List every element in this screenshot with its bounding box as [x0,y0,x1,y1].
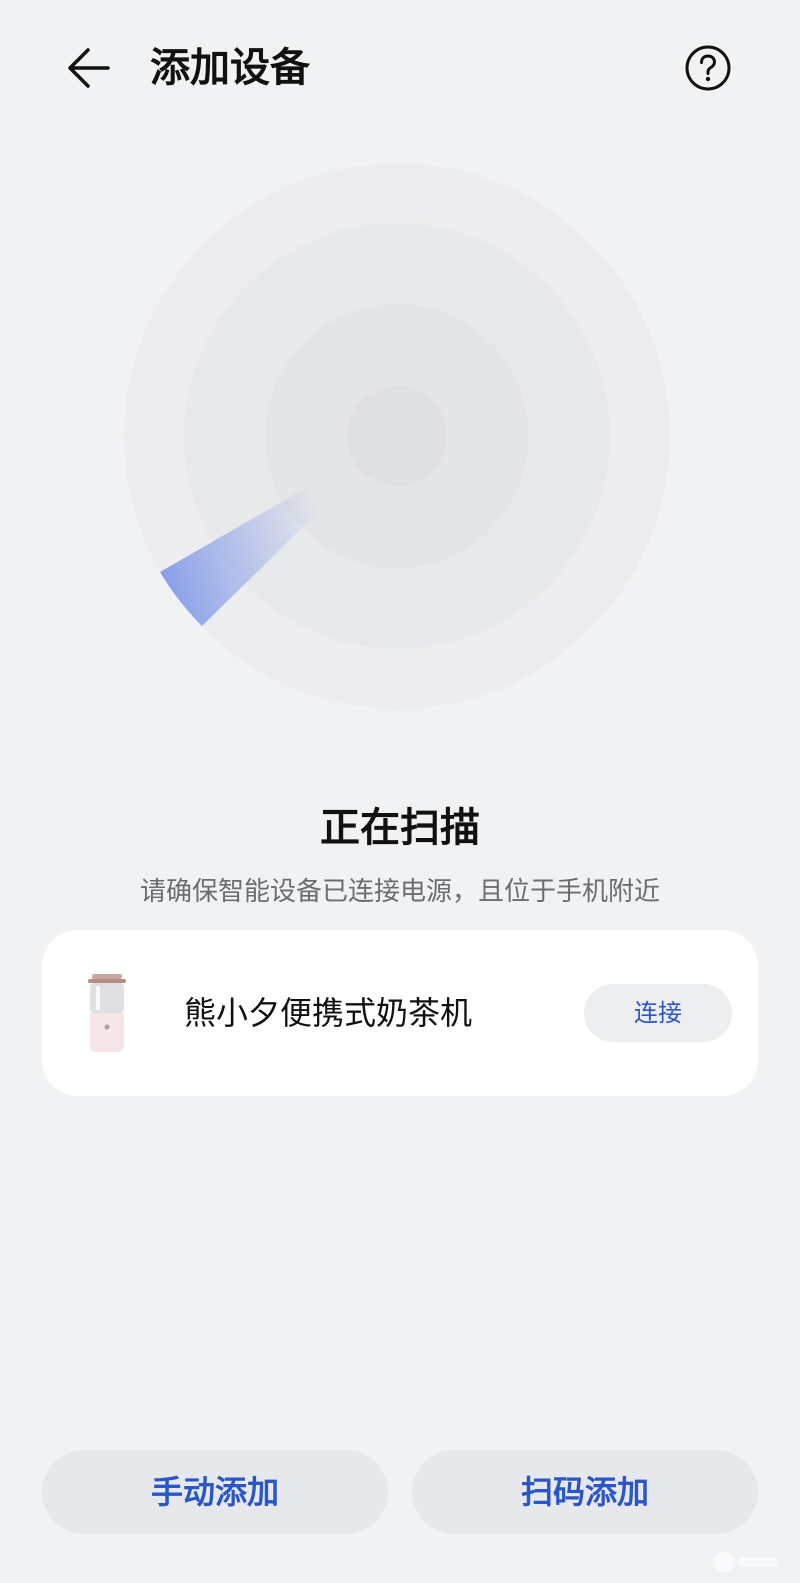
back-button[interactable] [62,40,118,96]
radar-ring-inner [347,386,447,486]
connect-button[interactable]: 连接 [584,984,732,1042]
top-bar: 添加设备 [0,0,800,140]
device-card[interactable]: 熊小夕便携式奶茶机 连接 [42,930,758,1096]
scan-hint-text: 请确保智能设备已连接电源，且位于手机附近 [139,877,660,907]
device-name: 熊小夕便携式奶茶机 [184,994,473,1032]
watermark-logo [712,1548,782,1576]
manual-add-button[interactable]: 手动添加 [42,1450,388,1534]
milk-tea-machine-image [82,972,132,1054]
scan-status-title: 正在扫描 [320,805,480,851]
help-button[interactable] [684,44,732,92]
page-title: 添加设备 [150,45,310,91]
scan-code-add-button[interactable]: 扫码添加 [412,1450,758,1534]
scan-radar [124,163,674,714]
back-arrow-icon [68,48,110,88]
question-circle-icon [685,45,731,91]
